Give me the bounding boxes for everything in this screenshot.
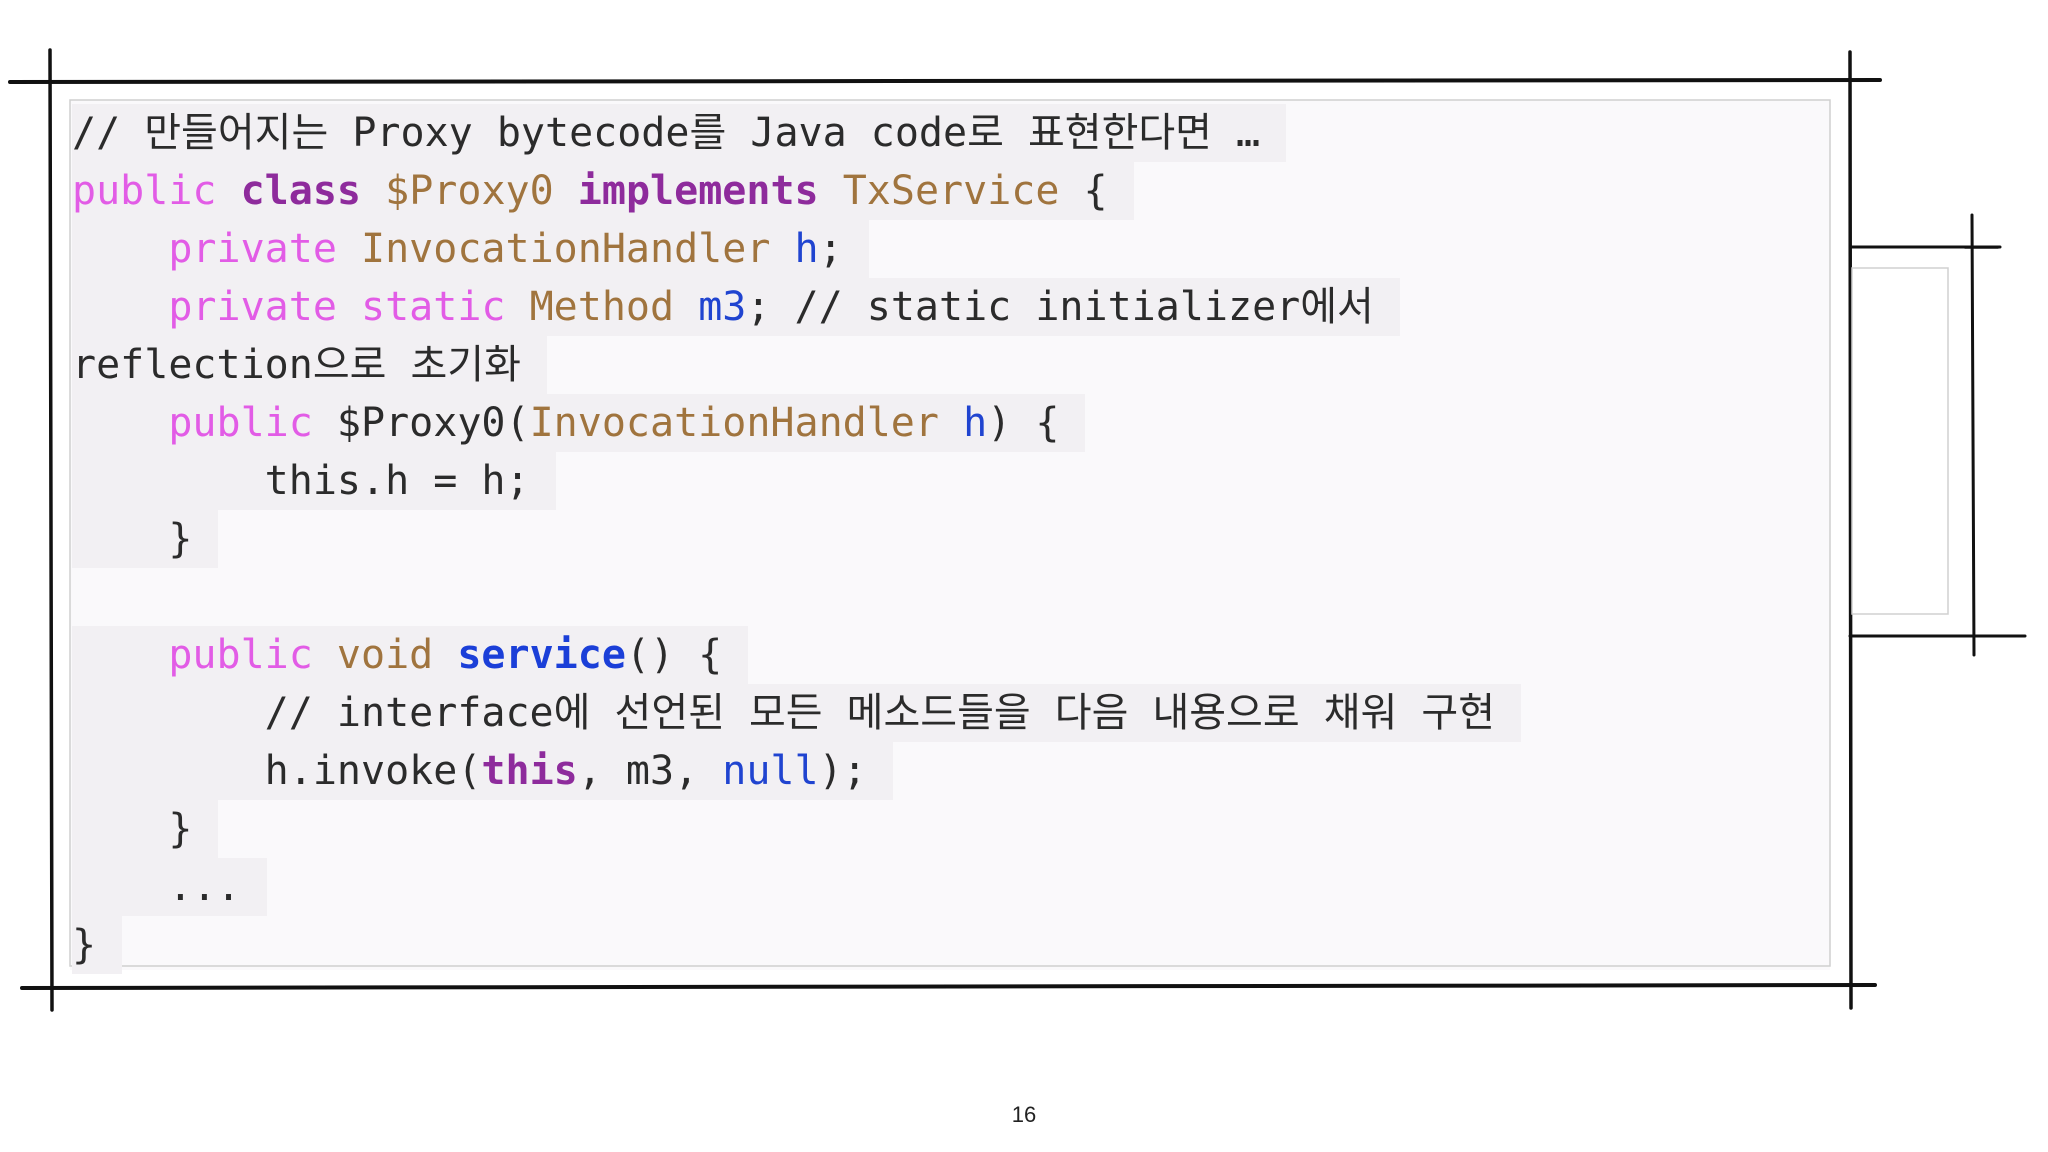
- type-name: $Proxy0: [385, 168, 554, 214]
- code-line: public $Proxy0(InvocationHandler h) {: [72, 394, 1521, 452]
- code-line: h.invoke(this, m3, null);: [72, 742, 1521, 800]
- code-line: public void service() {: [72, 626, 1521, 684]
- keyword: null: [722, 748, 819, 794]
- page-number: 16: [1011, 1102, 1037, 1127]
- keyword: private: [168, 226, 337, 272]
- keyword: implements: [577, 168, 819, 214]
- keyword: public: [168, 400, 313, 446]
- method-name: service: [457, 632, 626, 678]
- type-name: InvocationHandler: [361, 226, 771, 272]
- code-line: }: [72, 510, 1521, 568]
- code-line: ...: [72, 858, 1521, 916]
- keyword: void: [336, 632, 434, 678]
- type-name: TxService: [842, 168, 1060, 214]
- code-line: }: [72, 916, 1521, 974]
- type-name: InvocationHandler: [529, 400, 939, 446]
- code-block: // 만들어지는 Proxy bytecode를 Java code로 표현한다…: [72, 104, 1522, 974]
- type-name: Method: [529, 284, 675, 330]
- keyword: private: [168, 284, 337, 330]
- code-line: private InvocationHandler h;: [72, 220, 1521, 278]
- code-line: }: [72, 800, 1521, 858]
- code-line: // 만들어지는 Proxy bytecode를 Java code로 표현한다…: [72, 104, 1521, 162]
- keyword: public: [72, 168, 217, 214]
- slide: // 만들어지는 Proxy bytecode를 Java code로 표현한다…: [0, 0, 2048, 1152]
- code-line: this.h = h;: [72, 452, 1521, 510]
- keyword: class: [240, 168, 362, 214]
- variable: h: [963, 400, 988, 446]
- keyword: static: [361, 284, 506, 330]
- keyword: public: [168, 632, 313, 678]
- code-line: private static Method m3; // static init…: [72, 278, 1521, 336]
- code-line: // interface에 선언된 모든 메소드들을 다음 내용으로 채워 구현: [72, 684, 1522, 742]
- variable: m3: [698, 284, 747, 330]
- keyword: this: [481, 748, 578, 794]
- code-line: public class $Proxy0 implements TxServic…: [72, 162, 1521, 220]
- code-line: reflection으로 초기화: [72, 336, 1521, 394]
- variable: h: [794, 226, 819, 272]
